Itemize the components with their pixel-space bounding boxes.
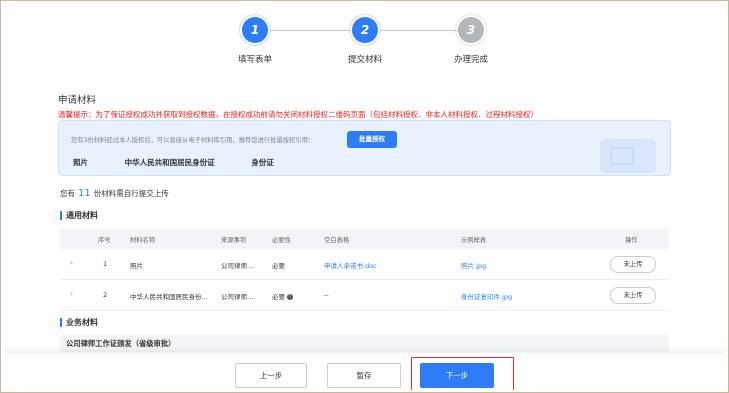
expand-chevron-icon[interactable]: › [70,258,73,267]
business-item-title: 公司律师工作证颁发（省级审批） [66,339,176,348]
row-index: 1 [103,260,108,268]
row-required-wrapper: 必要! [272,291,293,301]
id-card-illustration-icon [600,139,656,173]
header-sample: 示例样表 [461,237,487,244]
auth-item-id: 身份证 [251,158,274,167]
page: 1 填写表单 2 提交材料 3 办理完成 申请材料 温馨提示：为了保证授权成功并… [3,3,726,390]
step-3-label: 办理完成 [453,55,488,65]
section-title: 申请材料 [58,95,97,106]
row-required: 必要 [272,293,285,301]
header-index: 序号 [98,237,111,244]
warning-notice: 温馨提示：为了保证授权成功并获取到授权数据，在授权成功前请勿关闭材料授权二维码页… [58,110,538,119]
table-row: › 2 中华人民共和国居民身份… 公司律师… 必要! -- 身份证复印件.jpg… [60,280,669,311]
step-1-label: 填写表单 [237,55,272,65]
row-source: 公司律师… [221,262,254,270]
general-materials-heading: 通用材料 [60,210,98,221]
row-name: 中华人民共和国居民身份… [130,293,208,301]
expand-chevron-icon[interactable]: › [70,289,73,298]
row-required: 必要 [272,262,285,270]
step-1-circle: 1 [239,14,271,46]
step-complete: 3 办理完成 [426,14,516,65]
previous-step-button[interactable]: 上一步 [235,363,307,388]
window-frame: 1 填写表单 2 提交材料 3 办理完成 申请材料 温馨提示：为了保证授权成功并… [0,0,729,393]
step-fill-form: 1 填写表单 [210,14,300,65]
business-item-bar: 公司律师工作证颁发（省级审批） [60,335,669,352]
blank-form-link[interactable]: 申请人承诺书.doc [324,260,377,270]
materials-table: 序号 材料名称 来源事项 必要性 空白表格 示例样表 操作 › 1 照片 公司律… [60,229,669,311]
header-name: 材料名称 [130,237,156,244]
header-action: 操作 [625,237,638,244]
batch-authorize-button[interactable]: 批量授权 [347,131,397,148]
footer-actions: 上一步 暂存 下一步 [3,353,726,390]
row-source: 公司律师… [221,293,254,301]
step-submit-materials: 2 提交材料 [320,14,410,65]
info-icon[interactable]: ! [287,294,293,300]
sample-link[interactable]: 身份证复印件.jpg [461,291,512,301]
row-blank-form: -- [324,291,329,299]
auth-item-id-card: 中华人民共和国居民身份证 [124,158,215,167]
authorizable-items: 照片 中华人民共和国居民身份证 身份证 [73,157,308,168]
header-source: 来源事项 [221,237,247,244]
header-required: 必要性 [272,237,291,244]
auth-item-photo: 照片 [73,158,88,167]
count-suffix: 份材料需自行提交上传 [93,189,169,198]
sample-link[interactable]: 照片.jpg [461,260,486,270]
authorization-panel: 您有3份材料经过本人授权后，可以直接从电子材料库引用，推荐您进行批量授权引用： … [58,120,671,176]
highlight-box [411,357,514,390]
table-header: 序号 材料名称 来源事项 必要性 空白表格 示例样表 操作 [60,229,669,249]
step-3-circle: 3 [455,14,487,46]
progress-steps: 1 填写表单 2 提交材料 3 办理完成 [3,3,726,73]
header-blank-form: 空白表格 [324,237,350,244]
upload-button[interactable]: 未上传 [610,256,656,273]
business-materials-heading: 业务材料 [60,317,98,328]
step-2-circle: 2 [349,14,381,46]
authorization-tip: 您有3份材料经过本人授权后，可以直接从电子材料库引用，推荐您进行批量授权引用： [71,137,315,144]
step-2-label: 提交材料 [347,55,382,65]
material-count: 11 [78,188,91,199]
row-index: 2 [103,291,108,299]
upload-button[interactable]: 未上传 [610,287,656,304]
table-row: › 1 照片 公司律师… 必要 申请人承诺书.doc 照片.jpg 未上传 [60,249,669,280]
row-name: 照片 [130,262,143,270]
material-count-line: 您有 11 份材料需自行提交上传 [60,188,169,199]
save-draft-button[interactable]: 暂存 [327,363,401,388]
count-prefix: 您有 [60,189,75,198]
